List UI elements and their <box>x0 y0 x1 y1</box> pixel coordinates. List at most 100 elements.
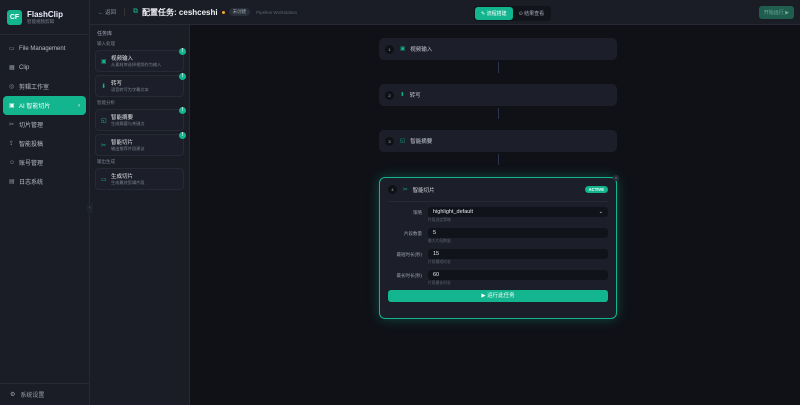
node-icon: ⬇ <box>400 92 405 98</box>
folder-icon: ▭ <box>9 46 15 52</box>
nav-item-label: 账号管理 <box>19 161 44 167</box>
form-row: 最短时长(秒) 15 片段最短时长 <box>388 249 608 265</box>
nav-item[interactable]: ☺ 账号管理 <box>3 153 86 172</box>
field-input[interactable]: 15 <box>428 249 608 259</box>
alert-icon: ! <box>179 73 186 80</box>
task-icon: ▣ <box>101 58 107 65</box>
active-badge: ACTIVE <box>584 186 608 193</box>
field-input[interactable]: 60 <box>428 270 608 280</box>
nav-item[interactable]: ◎ 剪辑工作室 <box>3 77 86 96</box>
alert-icon: ! <box>179 48 186 55</box>
nav-item-label: 切片管理 <box>19 123 44 129</box>
settings-button[interactable]: ⚙ 系统设置 <box>0 383 90 405</box>
app-name: FlashClip <box>27 9 64 19</box>
topbar: ← 返回 ⧉ 配置任务: ceshceshi 未创建 Pipeline Work… <box>90 0 800 25</box>
field-value: 60 <box>433 272 440 278</box>
upload-icon: ⇪ <box>9 141 15 147</box>
field-help: 片段选定策略 <box>428 218 451 222</box>
logo-icon: CF <box>7 9 22 25</box>
run-task-button[interactable]: ▶ 运行此任务 <box>388 290 608 302</box>
divider <box>124 8 126 16</box>
form-row: 片段数量 5 最大片段数量 <box>388 228 608 244</box>
nav-item[interactable]: ✂ 切片管理 <box>3 115 86 134</box>
field-input[interactable]: 5 <box>428 228 608 238</box>
field-label: 片段数量 <box>404 231 422 236</box>
field-value: highlight_default <box>433 209 474 215</box>
tab-build[interactable]: ✎ 流程搭建 <box>475 7 513 20</box>
nav-item-label: 智能投稿 <box>19 142 44 148</box>
field-label: 最短时长(秒) <box>396 252 423 257</box>
nav: ▭ File Management ▦ Clip ◎ 剪辑工作室 ▣ AI 智能切片 › ✂ 切片管… <box>0 35 89 191</box>
film-icon: ▦ <box>9 65 15 71</box>
unsaved-dot <box>221 10 225 14</box>
task-icon: ◱ <box>101 117 107 124</box>
group-label: 输出生成 <box>97 159 115 164</box>
nav-item-label: 日志系统 <box>19 180 44 186</box>
start-run-button[interactable]: 开始运行 ▶ <box>758 6 794 19</box>
task-icon: ▭ <box>101 176 107 183</box>
task-title: 视频输入 <box>111 56 134 62</box>
sidebar: CF FlashClip 智能视频剪辑 ▭ File Management ▦ Cli… <box>0 0 90 405</box>
task-desc: 语音转写为字幕文本 <box>111 87 149 92</box>
workflow-icon: ⧉ <box>133 8 139 15</box>
logo: CF FlashClip 智能视频剪辑 <box>0 0 89 35</box>
nav-item-label: File Management <box>19 45 66 52</box>
node-icon: ▣ <box>400 46 406 52</box>
task-icon: ✂ <box>101 142 107 149</box>
connector-line <box>498 154 499 165</box>
task-icon: ⬇ <box>101 83 107 90</box>
task-title: 智能摘要 <box>111 115 134 121</box>
view-tabs: ✎ 流程搭建 ⊙ 结果查看 <box>474 6 552 21</box>
studio-icon: ◎ <box>9 84 15 90</box>
task-card[interactable]: ◱ 智能摘要 生成摘要与关键点! <box>95 107 186 131</box>
task-title: 生成切片 <box>111 174 134 180</box>
back-button[interactable]: ← 返回 <box>98 8 116 16</box>
app-subtitle: 智能视频剪辑 <box>27 18 54 24</box>
collapse-sidebar-button[interactable]: ‹ <box>87 203 93 213</box>
task-card[interactable]: ⬇ 转写 语音转写为字幕文本! <box>95 73 186 97</box>
tab-results[interactable]: ⊙ 结果查看 <box>513 7 551 20</box>
pipeline-node[interactable]: 2 ⬇ 转写 <box>379 84 617 106</box>
task-desc: 从素材库选择视频作为输入 <box>111 62 162 67</box>
pipeline-canvas[interactable]: × 4 ✂ 智能切片 ACTIVE 策略 highlight_default ⌄ 片段… <box>191 25 800 405</box>
settings-label: 系统设置 <box>20 393 45 399</box>
close-icon[interactable]: × <box>613 175 619 181</box>
form-row: 最长时长(秒) 60 片段最长时长 <box>388 270 608 286</box>
alert-icon: ! <box>179 132 186 139</box>
node-title: 视频输入 <box>410 47 433 53</box>
node-icon: ◱ <box>400 138 406 144</box>
step-number: 1 <box>385 44 394 54</box>
field-value: 15 <box>433 251 440 257</box>
step-number: 3 <box>385 136 394 146</box>
nav-item[interactable]: ▦ Clip <box>3 58 86 77</box>
strategy-select[interactable]: highlight_default ⌄ <box>428 207 608 217</box>
nav-item[interactable]: ▤ 日志系统 <box>3 172 86 191</box>
task-card[interactable]: ✂ 智能切片 输出推荐片段建议! <box>95 132 186 156</box>
gear-icon: ⚙ <box>10 392 16 398</box>
ai-icon: ▣ <box>9 103 15 109</box>
task-card[interactable]: ▣ 视频输入 从素材库选择视频作为输入! <box>95 48 186 72</box>
nav-item[interactable]: ▭ File Management <box>3 39 86 58</box>
step-number: 4 <box>388 185 397 194</box>
scissors-icon: ✂ <box>403 186 408 193</box>
nav-item[interactable]: ▣ AI 智能切片 › <box>3 96 86 115</box>
field-help: 片段最长时长 <box>428 281 451 285</box>
field-label: 最长时长(秒) <box>396 273 423 278</box>
nav-item-label: AI 智能切片 <box>19 104 51 110</box>
pipeline-node[interactable]: 3 ◱ 智能摘要 <box>379 130 617 152</box>
nav-item-label: 剪辑工作室 <box>19 85 50 91</box>
connector-line <box>498 62 499 73</box>
field-value: 5 <box>433 230 437 236</box>
log-icon: ▤ <box>9 179 15 185</box>
pipeline-node[interactable]: 1 ▣ 视频输入 <box>379 38 617 60</box>
node-title: 转写 <box>409 93 421 99</box>
active-node[interactable]: × 4 ✂ 智能切片 ACTIVE 策略 highlight_default ⌄ 片段… <box>379 175 619 319</box>
status-badge: 未创建 <box>228 8 251 16</box>
nav-item[interactable]: ⇪ 智能投稿 <box>3 134 86 153</box>
task-desc: 生成最终剪辑片段 <box>111 180 145 185</box>
form-row: 策略 highlight_default ⌄ 片段选定策略 <box>388 207 608 223</box>
connector-line <box>498 108 499 119</box>
task-card[interactable]: ▭ 生成切片 生成最终剪辑片段 <box>95 168 184 190</box>
task-desc: 输出推荐片段建议 <box>111 146 145 151</box>
field-help: 最大片段数量 <box>428 239 451 243</box>
